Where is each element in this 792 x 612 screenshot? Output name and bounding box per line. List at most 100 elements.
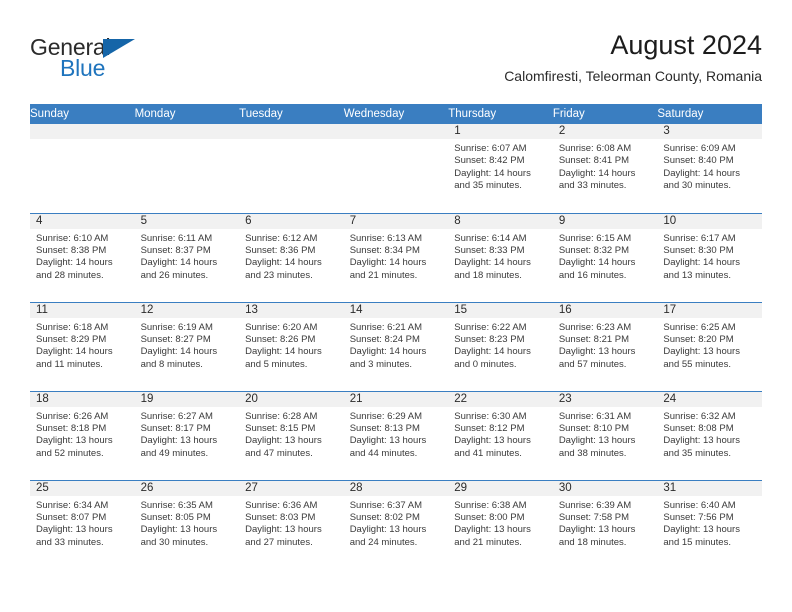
calendar-day-cell[interactable]: 5 Sunrise: 6:11 AM Sunset: 8:37 PM Daylight… — [134, 212, 240, 302]
weekday-header-friday: Friday — [552, 104, 658, 124]
daylight-text-line1: Daylight: 14 hours — [454, 257, 531, 269]
weekday-header-row: Sunday Monday Tuesday Wednesday Thursday… — [30, 104, 762, 124]
calendar-day-cell[interactable]: 30 Sunrise: 6:39 AM Sunset: 7:58 PM Dayligh… — [552, 479, 658, 569]
day-number: 3 — [657, 124, 762, 139]
day-number: 14 — [343, 302, 449, 318]
day-number: 22 — [448, 391, 553, 407]
calendar-day-cell[interactable]: 4 Sunrise: 6:10 AM Sunset: 8:38 PM Daylight… — [30, 212, 135, 302]
calendar-day-cell[interactable]: 10 Sunrise: 6:17 AM Sunset: 8:30 PM Dayligh… — [657, 212, 762, 302]
calendar-day-cell[interactable]: 12 Sunrise: 6:19 AM Sunset: 8:27 PM Dayligh… — [134, 301, 240, 391]
weekday-header-saturday: Saturday — [657, 104, 762, 124]
day-details: Sunrise: 6:17 AM Sunset: 8:30 PM Daylight:… — [657, 229, 762, 283]
daylight-text-line2: and 35 minutes. — [663, 447, 731, 459]
sunset-text: Sunset: 7:58 PM — [558, 511, 630, 523]
weekday-header-tuesday: Tuesday — [239, 104, 344, 124]
calendar-day-cell[interactable]: 9 Sunrise: 6:15 AM Sunset: 8:32 PM Daylight… — [552, 212, 658, 302]
daylight-text-line2: and 52 minutes. — [36, 447, 104, 459]
daylight-text-line1: Daylight: 14 hours — [663, 167, 740, 179]
daylight-text-line1: Daylight: 13 hours — [349, 524, 427, 536]
calendar-day-cell[interactable]: 7 Sunrise: 6:13 AM Sunset: 8:34 PM Daylight… — [343, 212, 449, 302]
daylight-text-line2: and 21 minutes. — [349, 269, 418, 281]
daylight-text-line1: Daylight: 13 hours — [454, 435, 531, 447]
day-details: Sunrise: 6:18 AM Sunset: 8:29 PM Daylight:… — [30, 318, 135, 372]
sunset-text: Sunset: 8:21 PM — [558, 333, 630, 345]
daylight-text-line1: Daylight: 14 hours — [349, 257, 427, 269]
calendar-day-cell-empty — [343, 124, 449, 213]
brand-logo[interactable]: General Blue — [30, 36, 260, 92]
day-details: Sunrise: 6:19 AM Sunset: 8:27 PM Daylight:… — [135, 318, 240, 372]
sunrise-text: Sunrise: 6:35 AM — [140, 499, 213, 511]
daylight-text-line1: Daylight: 14 hours — [663, 257, 740, 269]
sunset-text: Sunset: 8:10 PM — [558, 422, 630, 434]
day-details: Sunrise: 6:20 AM Sunset: 8:26 PM Daylight:… — [239, 318, 344, 372]
sunrise-text: Sunrise: 6:14 AM — [454, 232, 527, 244]
calendar-day-cell[interactable]: 31 Sunrise: 6:40 AM Sunset: 7:56 PM Dayligh… — [657, 479, 762, 569]
day-details: Sunrise: 6:27 AM Sunset: 8:17 PM Daylight:… — [135, 407, 240, 461]
calendar-day-cell[interactable]: 25 Sunrise: 6:34 AM Sunset: 8:07 PM Dayligh… — [30, 479, 135, 569]
sunrise-text: Sunrise: 6:37 AM — [349, 499, 423, 511]
calendar-day-cell[interactable]: 18 Sunrise: 6:26 AM Sunset: 8:18 PM Dayligh… — [30, 390, 135, 480]
sunset-text: Sunset: 8:07 PM — [36, 511, 107, 523]
sunset-text: Sunset: 8:36 PM — [245, 244, 316, 256]
daylight-text-line1: Daylight: 14 hours — [36, 346, 113, 358]
calendar-day-cell[interactable]: 15 Sunrise: 6:22 AM Sunset: 8:23 PM Dayligh… — [448, 301, 553, 391]
sunset-text: Sunset: 8:15 PM — [245, 422, 316, 434]
calendar-day-cell[interactable]: 28 Sunrise: 6:37 AM Sunset: 8:02 PM Dayligh… — [343, 479, 449, 569]
calendar-day-cell[interactable]: 22 Sunrise: 6:30 AM Sunset: 8:12 PM Dayligh… — [448, 390, 553, 480]
sunset-text: Sunset: 8:42 PM — [454, 155, 525, 167]
day-details: Sunrise: 6:40 AM Sunset: 7:56 PM Daylight:… — [657, 496, 762, 550]
day-number: 11 — [30, 302, 135, 318]
calendar-day-cell[interactable]: 17 Sunrise: 6:25 AM Sunset: 8:20 PM Dayligh… — [657, 301, 762, 391]
day-number: 20 — [239, 391, 344, 407]
calendar-day-cell[interactable]: 19 Sunrise: 6:27 AM Sunset: 8:17 PM Dayligh… — [134, 390, 240, 480]
daylight-text-line2: and 18 minutes. — [558, 536, 627, 548]
day-number: 19 — [134, 391, 240, 407]
day-number: 26 — [134, 480, 240, 496]
daylight-text-line2: and 28 minutes. — [36, 269, 104, 281]
sunrise-text: Sunrise: 6:07 AM — [454, 143, 527, 154]
weekday-header-thursday: Thursday — [448, 104, 553, 124]
calendar-week-row: 18 Sunrise: 6:26 AM Sunset: 8:18 PM Dayligh… — [30, 390, 762, 480]
calendar-day-cell[interactable]: 24 Sunrise: 6:32 AM Sunset: 8:08 PM Dayligh… — [657, 390, 762, 480]
daylight-text-line1: Daylight: 14 hours — [245, 257, 322, 269]
calendar-body: 1 Sunrise: 6:07 AM Sunset: 8:42 PM Daylight… — [30, 124, 762, 569]
daylight-text-line1: Daylight: 13 hours — [454, 524, 531, 536]
sunset-text: Sunset: 8:17 PM — [140, 422, 211, 434]
daylight-text-line2: and 38 minutes. — [558, 447, 627, 459]
sunset-text: Sunset: 8:12 PM — [454, 422, 525, 434]
calendar-day-cell[interactable]: 14 Sunrise: 6:21 AM Sunset: 8:24 PM Dayligh… — [343, 301, 449, 391]
calendar-week-row: 4 Sunrise: 6:10 AM Sunset: 8:38 PM Daylight… — [30, 212, 762, 302]
calendar-day-cell[interactable]: 11 Sunrise: 6:18 AM Sunset: 8:29 PM Dayligh… — [30, 301, 135, 391]
daylight-text-line1: Daylight: 14 hours — [454, 346, 531, 358]
calendar-day-cell[interactable]: 2 Sunrise: 6:08 AM Sunset: 8:41 PM Daylight… — [552, 124, 658, 213]
day-number — [30, 124, 135, 139]
day-details: Sunrise: 6:07 AM Sunset: 8:42 PM Daylight:… — [448, 139, 553, 193]
daylight-text-line1: Daylight: 13 hours — [558, 524, 636, 536]
calendar-day-cell[interactable]: 29 Sunrise: 6:38 AM Sunset: 8:00 PM Dayligh… — [448, 479, 553, 569]
calendar-day-cell[interactable]: 3 Sunrise: 6:09 AM Sunset: 8:40 PM Daylight… — [657, 124, 762, 213]
day-details: Sunrise: 6:34 AM Sunset: 8:07 PM Daylight:… — [30, 496, 135, 550]
calendar-day-cell[interactable]: 1 Sunrise: 6:07 AM Sunset: 8:42 PM Daylight… — [448, 124, 553, 213]
day-details: Sunrise: 6:25 AM Sunset: 8:20 PM Daylight:… — [657, 318, 762, 372]
daylight-text-line1: Daylight: 13 hours — [663, 524, 740, 536]
weekday-header-monday: Monday — [134, 104, 240, 124]
sunrise-text: Sunrise: 6:13 AM — [349, 232, 423, 244]
daylight-text-line2: and 30 minutes. — [663, 180, 731, 192]
calendar-day-cell[interactable]: 26 Sunrise: 6:35 AM Sunset: 8:05 PM Dayligh… — [134, 479, 240, 569]
day-number: 25 — [30, 480, 135, 496]
calendar-day-cell[interactable]: 13 Sunrise: 6:20 AM Sunset: 8:26 PM Dayligh… — [239, 301, 344, 391]
calendar-week-row: 11 Sunrise: 6:18 AM Sunset: 8:29 PM Dayligh… — [30, 301, 762, 391]
calendar-day-cell[interactable]: 6 Sunrise: 6:12 AM Sunset: 8:36 PM Daylight… — [239, 212, 344, 302]
calendar-day-cell[interactable]: 27 Sunrise: 6:36 AM Sunset: 8:03 PM Dayligh… — [239, 479, 344, 569]
sunrise-text: Sunrise: 6:26 AM — [36, 410, 109, 422]
sunrise-text: Sunrise: 6:23 AM — [558, 321, 632, 333]
calendar-day-cell[interactable]: 8 Sunrise: 6:14 AM Sunset: 8:33 PM Daylight… — [448, 212, 553, 302]
page-title: August 2024 — [610, 30, 762, 60]
calendar-weekday-header: Sunday Monday Tuesday Wednesday Thursday… — [30, 104, 762, 124]
calendar-day-cell[interactable]: 23 Sunrise: 6:31 AM Sunset: 8:10 PM Dayligh… — [552, 390, 658, 480]
calendar-day-cell[interactable]: 21 Sunrise: 6:29 AM Sunset: 8:13 PM Dayligh… — [343, 390, 449, 480]
day-number: 13 — [239, 302, 344, 318]
calendar-day-cell[interactable]: 16 Sunrise: 6:23 AM Sunset: 8:21 PM Dayligh… — [552, 301, 658, 391]
day-details: Sunrise: 6:12 AM Sunset: 8:36 PM Daylight:… — [239, 229, 344, 283]
calendar-day-cell[interactable]: 20 Sunrise: 6:28 AM Sunset: 8:15 PM Dayligh… — [239, 390, 344, 480]
